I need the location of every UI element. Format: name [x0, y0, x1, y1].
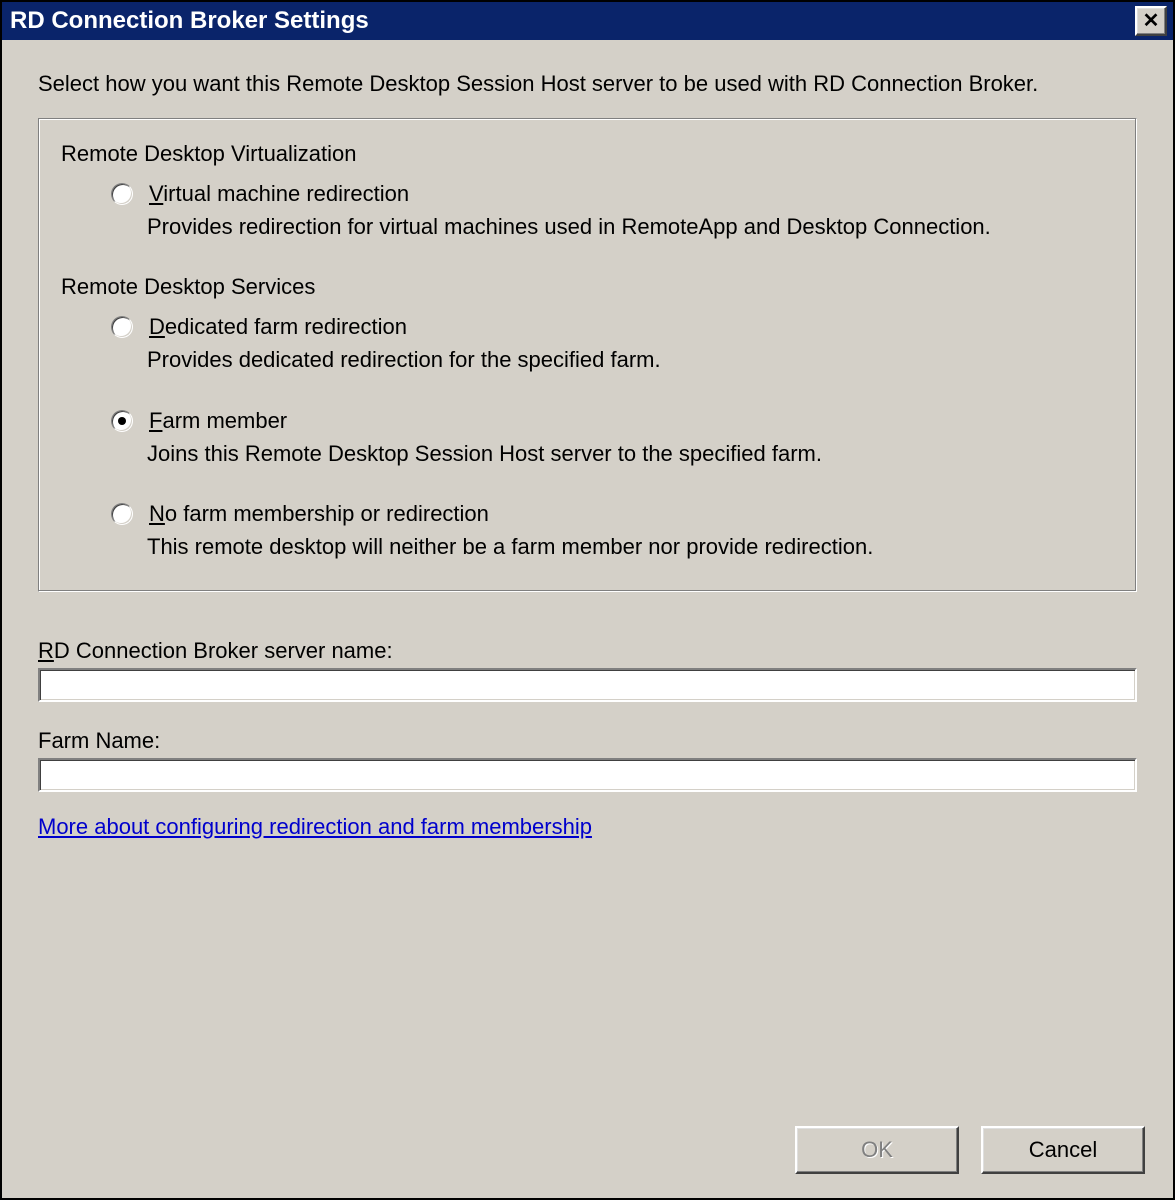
option-desc-dedicated-farm: Provides dedicated redirection for the s… [147, 346, 1114, 374]
radio-label: No farm membership or redirection [149, 501, 489, 527]
cancel-button[interactable]: Cancel [981, 1126, 1145, 1174]
help-link[interactable]: More about configuring redirection and f… [38, 814, 1137, 840]
window-title: RD Connection Broker Settings [8, 7, 369, 35]
radio-label: Farm member [149, 408, 287, 434]
dialog-window: RD Connection Broker Settings ✕ Select h… [0, 0, 1175, 1200]
farm-name-label: Farm Name: [38, 728, 1137, 754]
ok-button[interactable]: OK [795, 1126, 959, 1174]
section-virtualization-heading: Remote Desktop Virtualization [61, 141, 1114, 167]
option-desc-virtual-machine: Provides redirection for virtual machine… [147, 213, 1114, 241]
options-groupbox: Remote Desktop Virtualization Virtual ma… [38, 118, 1137, 592]
radio-virtual-machine-redirection[interactable]: Virtual machine redirection [111, 181, 1114, 207]
option-desc-farm-member: Joins this Remote Desktop Session Host s… [147, 440, 1114, 468]
intro-text: Select how you want this Remote Desktop … [38, 70, 1137, 98]
option-desc-no-farm: This remote desktop will neither be a fa… [147, 533, 1114, 561]
broker-server-name-input[interactable] [38, 668, 1137, 702]
section-services-heading: Remote Desktop Services [61, 274, 1114, 300]
radio-icon [111, 503, 133, 525]
radio-icon [111, 183, 133, 205]
button-row: OK Cancel [2, 1108, 1173, 1198]
radio-dedicated-farm-redirection[interactable]: Dedicated farm redirection [111, 314, 1114, 340]
radio-label: Dedicated farm redirection [149, 314, 407, 340]
titlebar: RD Connection Broker Settings ✕ [2, 2, 1173, 40]
close-icon: ✕ [1143, 11, 1160, 31]
radio-no-farm-membership[interactable]: No farm membership or redirection [111, 501, 1114, 527]
broker-server-name-label: RD Connection Broker server name: [38, 638, 1137, 664]
radio-farm-member[interactable]: Farm member [111, 408, 1114, 434]
farm-name-input[interactable] [38, 758, 1137, 792]
radio-icon [111, 316, 133, 338]
dialog-content: Select how you want this Remote Desktop … [2, 40, 1173, 1108]
close-button[interactable]: ✕ [1135, 6, 1167, 36]
radio-icon [111, 410, 133, 432]
radio-label: Virtual machine redirection [149, 181, 409, 207]
